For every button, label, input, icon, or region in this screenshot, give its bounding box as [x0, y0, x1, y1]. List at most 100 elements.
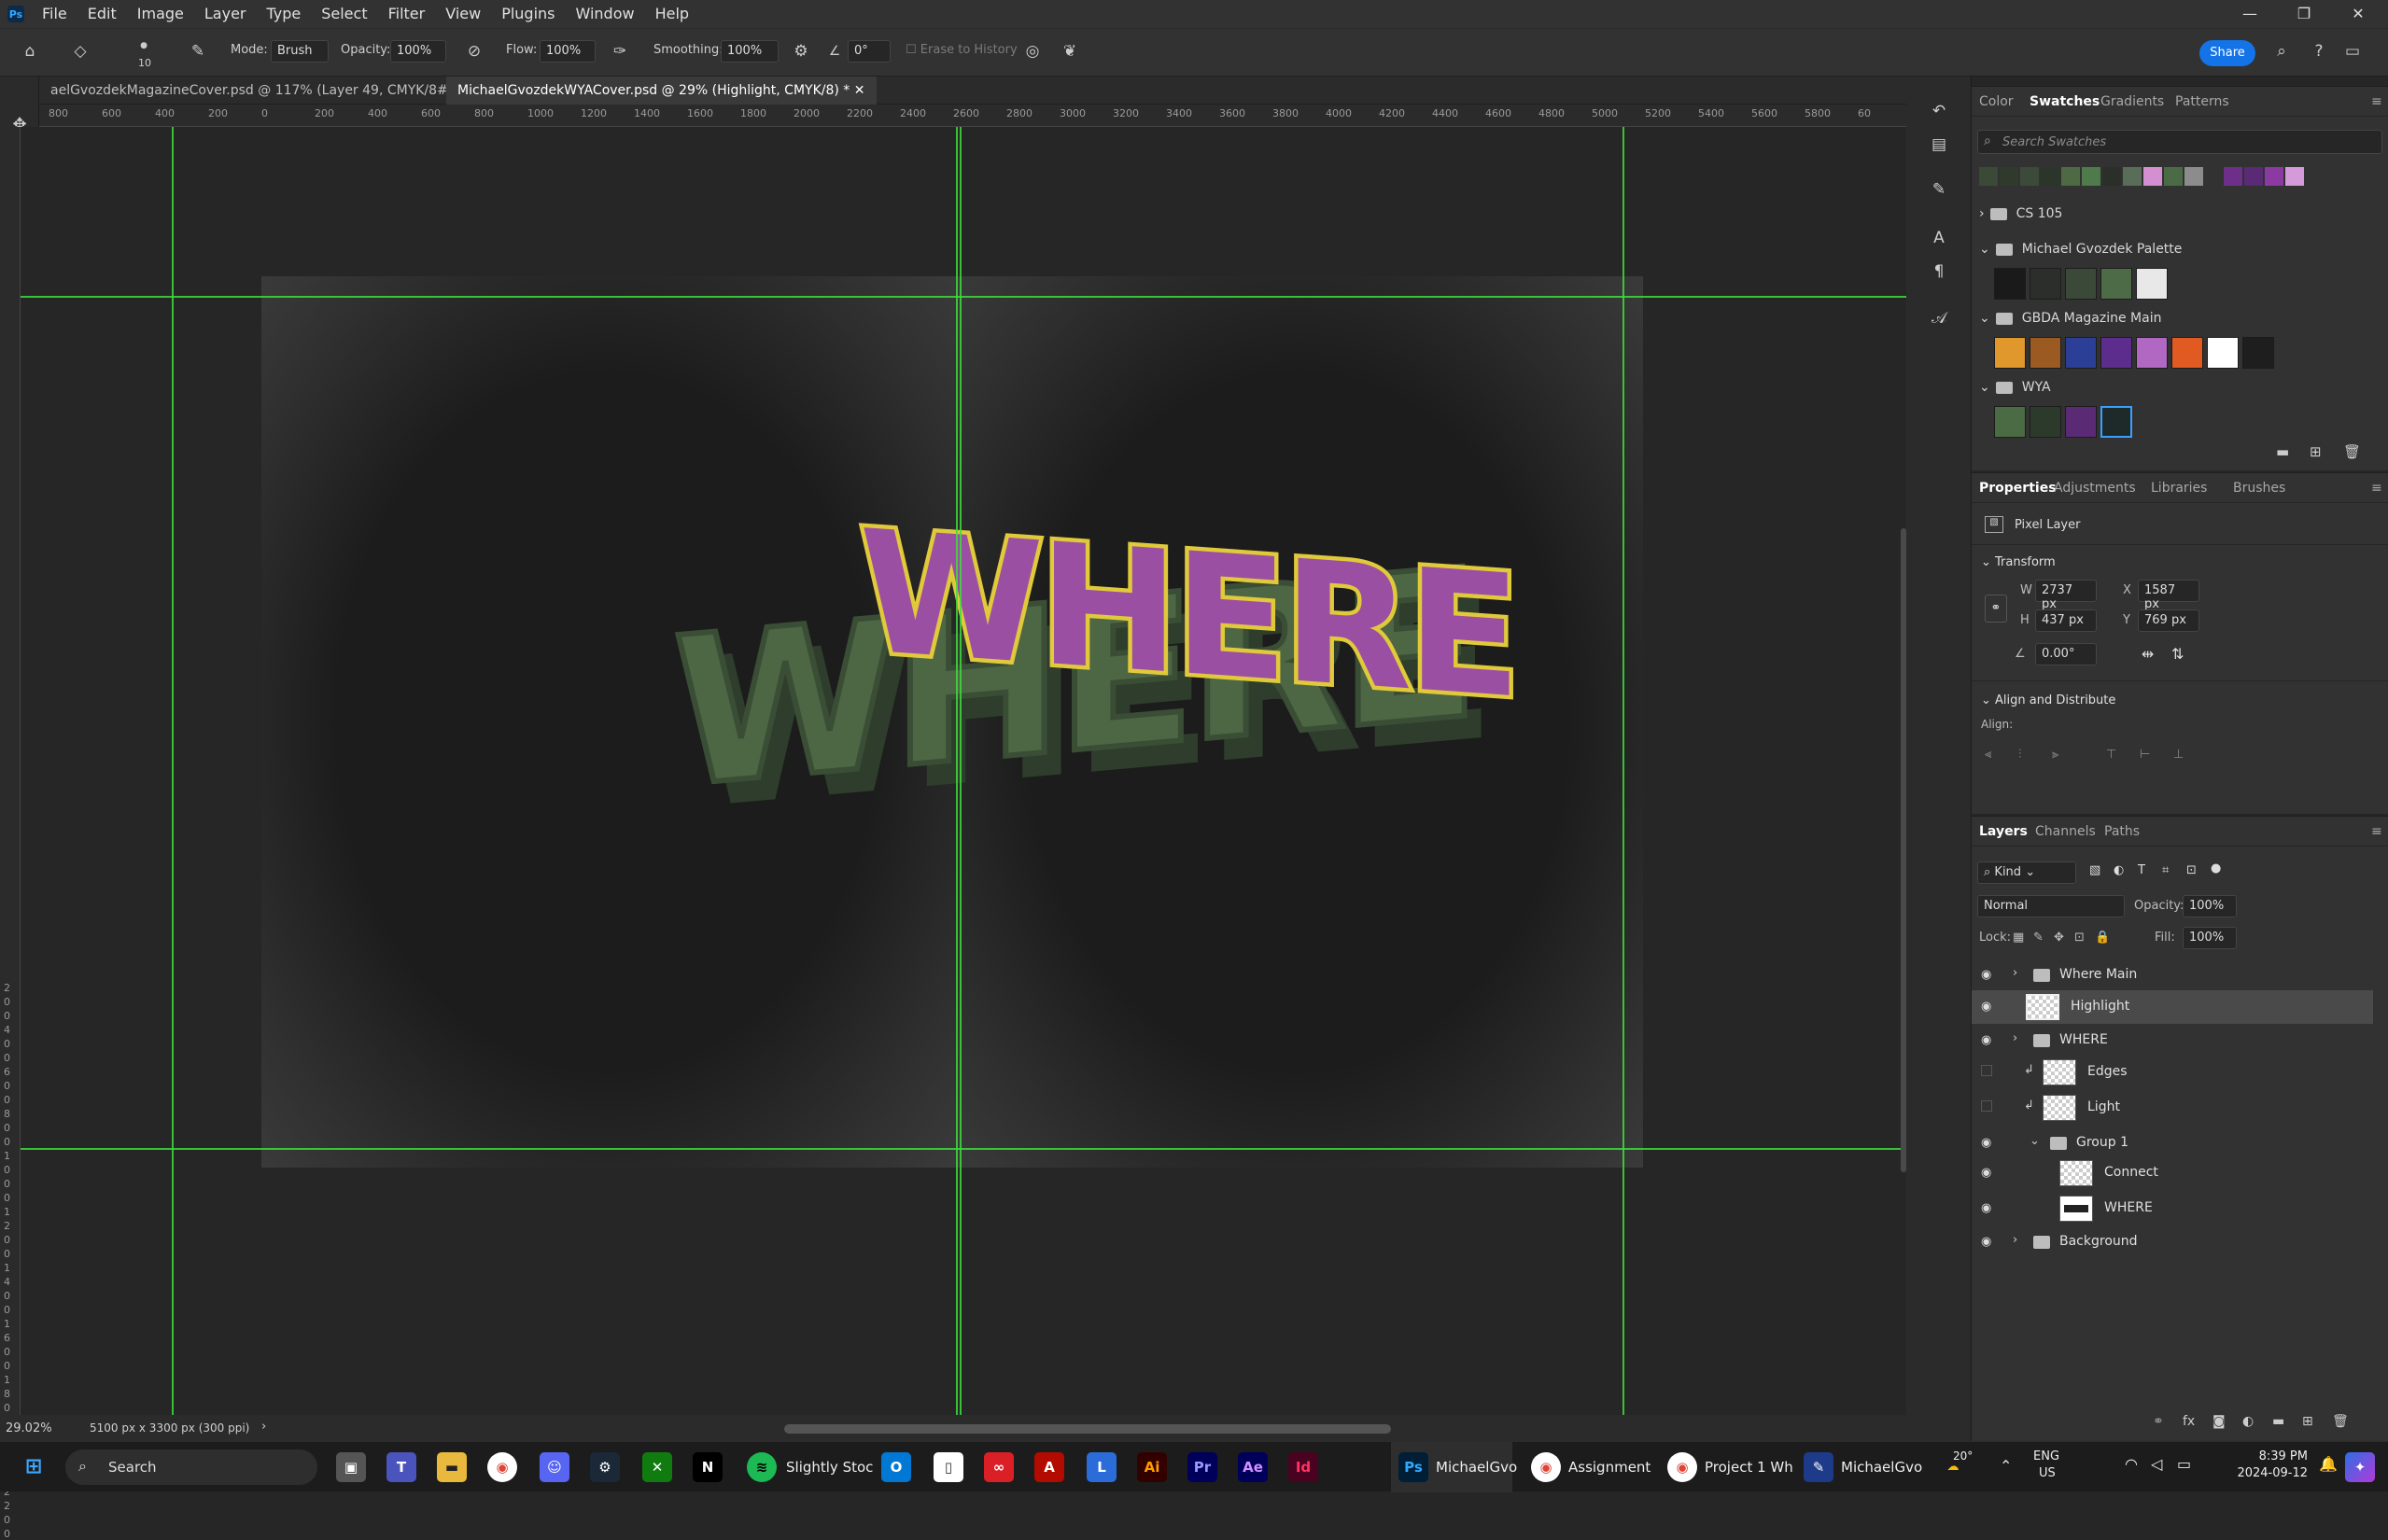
canvas-area[interactable]: WHERE WHERE WHERE: [21, 127, 1906, 1415]
recent-swatch[interactable]: [2285, 167, 2304, 186]
lock-all-icon[interactable]: 🔒: [2095, 931, 2110, 945]
search-icon[interactable]: ⌕: [2270, 40, 2293, 63]
history-panel-icon[interactable]: ↶: [1927, 99, 1951, 123]
layer-row[interactable]: ↲ Light: [1972, 1091, 2373, 1125]
chevron-right-icon[interactable]: ›: [2013, 1031, 2017, 1045]
tab-patterns[interactable]: Patterns: [2175, 87, 2229, 117]
panel-menu-icon[interactable]: ≡: [2371, 473, 2382, 503]
panel-menu-icon[interactable]: ≡: [2371, 817, 2382, 847]
layer-row[interactable]: ◉ › Where Main: [1972, 959, 2373, 992]
link-dimensions-icon[interactable]: ⚭: [1985, 595, 2007, 623]
menu-image[interactable]: Image: [127, 0, 194, 28]
flip-vertical-icon[interactable]: ⇅: [2171, 645, 2184, 663]
pressure-size-icon[interactable]: ◎: [1021, 40, 1044, 63]
swatch[interactable]: [2136, 268, 2168, 300]
taskbar-photoshop-active[interactable]: Ps MichaelGvo: [1391, 1442, 1517, 1492]
close-tab-icon[interactable]: ✕: [854, 83, 865, 98]
brush-settings-panel-icon[interactable]: ✎: [1927, 177, 1951, 202]
swatch-group-cs105[interactable]: › CS 105: [1979, 206, 2371, 229]
filter-adjustment-icon[interactable]: ◐: [2114, 863, 2124, 877]
new-layer-icon[interactable]: ⊞: [2302, 1414, 2313, 1429]
symmetry-icon[interactable]: ❦: [1059, 40, 1081, 63]
add-mask-icon[interactable]: ◙: [2212, 1414, 2226, 1429]
swatch[interactable]: [2065, 337, 2097, 369]
layer-thumbnail[interactable]: [2043, 1095, 2076, 1121]
menu-plugins[interactable]: Plugins: [491, 0, 565, 28]
swatch-group-gbda-magazine-main[interactable]: ⌄ GBDA Magazine Main: [1979, 311, 2371, 333]
visibility-eye-icon[interactable]: ◉: [1981, 1201, 1996, 1216]
panel-menu-icon[interactable]: ≡: [2371, 87, 2382, 117]
align-section-toggle[interactable]: ⌄ Align and Distribute: [1981, 693, 2115, 707]
swatch[interactable]: [1994, 268, 2026, 300]
tab-libraries[interactable]: Libraries: [2151, 473, 2207, 503]
recent-swatch[interactable]: [2224, 167, 2242, 186]
menu-type[interactable]: Type: [256, 0, 311, 28]
visibility-eye-icon[interactable]: ◉: [1981, 1136, 1996, 1151]
image-viewer-icon[interactable]: ✎: [1804, 1452, 1833, 1482]
menu-help[interactable]: Help: [645, 0, 699, 28]
filter-smart-object-icon[interactable]: ⊡: [2186, 863, 2197, 877]
brush-dot-icon[interactable]: ●: [133, 35, 155, 57]
tab-color[interactable]: Color: [1979, 87, 2014, 117]
lock-pixels-icon[interactable]: ✎: [2033, 931, 2044, 945]
adjustment-layer-icon[interactable]: ◐: [2242, 1414, 2254, 1429]
recent-swatch[interactable]: [2123, 167, 2142, 186]
airbrush-icon[interactable]: ✑: [609, 40, 631, 63]
filter-shape-icon[interactable]: ⌗: [2162, 863, 2169, 877]
transform-section-toggle[interactable]: ⌄ Transform: [1981, 555, 2056, 569]
layer-style-fx-icon[interactable]: fx: [2183, 1414, 2195, 1429]
chevron-right-icon[interactable]: ›: [2013, 966, 2017, 980]
swatch[interactable]: [1994, 406, 2026, 438]
wifi-icon[interactable]: ◠: [2125, 1455, 2138, 1473]
swatch-group-wya[interactable]: ⌄ WYA: [1979, 380, 2371, 402]
y-field[interactable]: 769 px: [2138, 609, 2199, 632]
lightroom-icon[interactable]: L: [1087, 1452, 1117, 1482]
taskbar-search[interactable]: ⌕ Search: [65, 1449, 317, 1485]
erase-history-checkbox[interactable]: ☐ Erase to History: [906, 43, 1018, 57]
recent-swatch[interactable]: [2061, 167, 2080, 186]
eraser-tool-preset-icon[interactable]: ◇: [69, 40, 91, 63]
clock-time[interactable]: 8:39 PM: [2222, 1449, 2308, 1463]
fill-input[interactable]: 100%: [2183, 927, 2237, 949]
gear-icon[interactable]: ⚙: [790, 40, 812, 63]
windows-start-icon[interactable]: ⊞: [19, 1452, 49, 1482]
chevron-down-icon[interactable]: ⌄: [2030, 1134, 2040, 1148]
xbox-icon[interactable]: ✕: [642, 1452, 672, 1482]
angle-input[interactable]: 0°: [848, 40, 891, 63]
menu-filter[interactable]: Filter: [378, 0, 436, 28]
tab-properties[interactable]: Properties: [1979, 473, 2057, 503]
layer-thumbnail[interactable]: [2059, 1160, 2093, 1186]
teams-icon[interactable]: T: [386, 1452, 416, 1482]
align-center-h-icon[interactable]: ⫶: [2018, 748, 2021, 762]
recent-swatch[interactable]: [2184, 167, 2203, 186]
align-left-icon[interactable]: ⫷: [1985, 748, 1991, 762]
visibility-eye-icon[interactable]: [1981, 1065, 1992, 1076]
align-bottom-icon[interactable]: ⊥: [2173, 748, 2184, 762]
recent-swatch[interactable]: [1979, 167, 1998, 186]
character-panel-icon[interactable]: A: [1927, 226, 1951, 250]
layer-row[interactable]: ◉ ⌄ Group 1: [1972, 1127, 2373, 1160]
illustrator-icon[interactable]: Ai: [1137, 1452, 1167, 1482]
show-hidden-icons[interactable]: ⌃: [2000, 1457, 2012, 1475]
swatch[interactable]: [2030, 406, 2061, 438]
file-explorer-icon[interactable]: ▬: [437, 1452, 467, 1482]
discord-icon[interactable]: ☺: [540, 1452, 569, 1482]
swatch[interactable]: [2100, 406, 2132, 438]
tab-swatches[interactable]: Swatches: [2030, 87, 2100, 117]
zoom-level[interactable]: 29.02%: [6, 1421, 52, 1435]
swatch-search-field[interactable]: ⌕ Search Swatches: [1977, 130, 2382, 154]
after-effects-icon[interactable]: Ae: [1238, 1452, 1268, 1482]
new-group-icon[interactable]: ▬: [2272, 1414, 2284, 1429]
layer-thumbnail[interactable]: [2059, 1196, 2093, 1222]
delete-swatch-icon[interactable]: 🗑: [2343, 443, 2361, 460]
layer-filter-select[interactable]: ⌕ Kind ⌄: [1977, 861, 2076, 884]
help-icon[interactable]: ?: [2308, 40, 2330, 63]
rotation-field[interactable]: 0.00°: [2035, 643, 2097, 665]
recent-swatch[interactable]: [2020, 167, 2039, 186]
layer-thumbnail[interactable]: [2043, 1059, 2076, 1085]
language-region[interactable]: US: [2039, 1466, 2056, 1480]
indesign-icon[interactable]: Id: [1288, 1452, 1318, 1482]
visibility-eye-icon[interactable]: [1981, 1100, 1992, 1112]
tab-magazine-cover[interactable]: aelGvozdekMagazineCover.psd @ 117% (Laye…: [39, 77, 490, 105]
swatch[interactable]: [2030, 268, 2061, 300]
